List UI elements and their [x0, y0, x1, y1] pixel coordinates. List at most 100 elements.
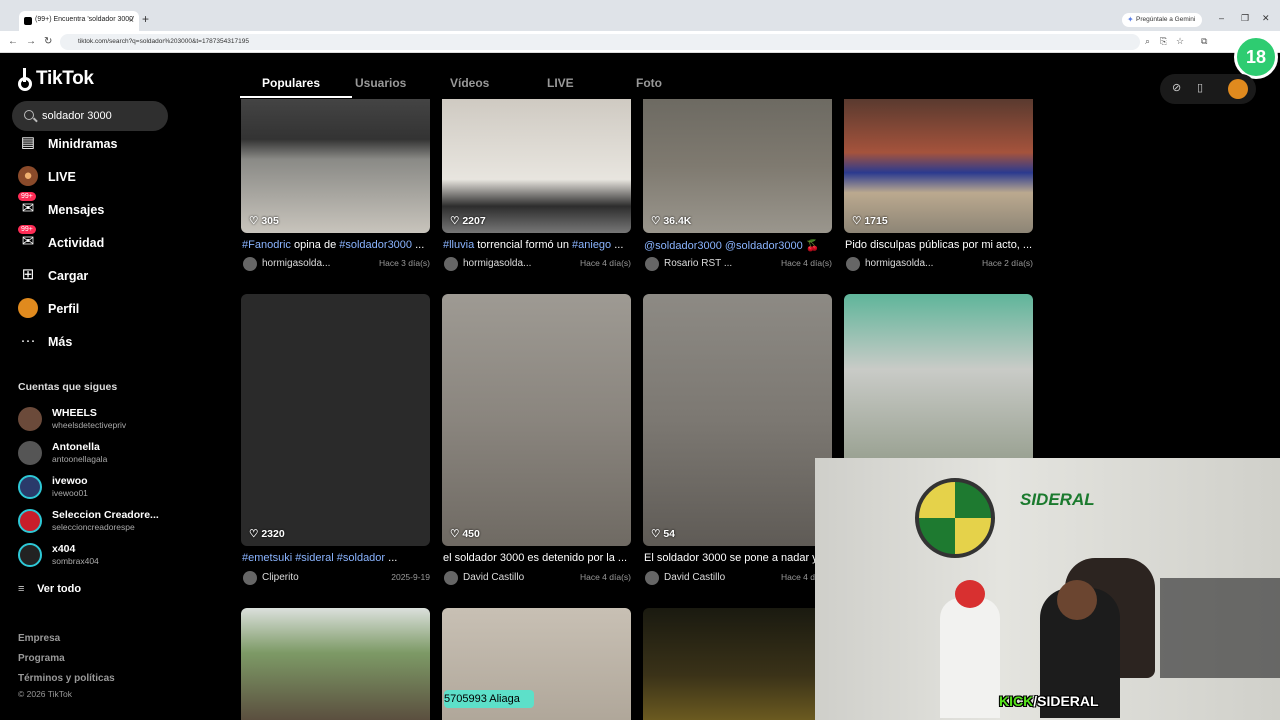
following-item[interactable]: x404 sombrax404 — [16, 541, 191, 573]
search-tabs: Populares Usuarios Vídeos LIVE Foto — [240, 53, 1040, 99]
avatar[interactable] — [444, 257, 458, 271]
avatar[interactable] — [645, 571, 659, 585]
caption-text: 🍒 — [802, 240, 820, 252]
sidebar-item-mas[interactable]: ··· Más — [0, 326, 190, 358]
install-icon[interactable]: ⎘ — [1160, 36, 1167, 47]
footer-link-empresa[interactable]: Empresa — [18, 633, 60, 644]
search-input[interactable]: soldador 3000 — [12, 101, 168, 131]
video-caption[interactable]: #Fanodric opina de #soldador3000 ... — [242, 239, 431, 251]
hashtag[interactable]: #Fanodric — [242, 239, 291, 251]
sidebar-item-label: Actividad — [48, 236, 105, 250]
phone-icon[interactable]: ▯ — [1197, 81, 1203, 94]
video-author[interactable]: hormigasolda... — [463, 258, 531, 269]
video-caption[interactable]: El soldador 3000 se pone a nadar y ... — [644, 552, 833, 564]
video-author[interactable]: Cliperito — [262, 572, 299, 583]
following-handle: antoonellagala — [52, 454, 108, 464]
video-caption[interactable]: el soldador 3000 es detenido por la ... — [443, 552, 632, 564]
video-caption[interactable]: @soldador3000 @soldador3000 🍒 — [644, 239, 833, 252]
compass-icon[interactable]: ⊘ — [1172, 81, 1181, 94]
sidebar-item-mensajes[interactable]: ✉ 99+ Mensajes — [0, 192, 190, 226]
top-right-tools: ⊘ ▯ — [1160, 74, 1256, 104]
following-item[interactable]: Antonella antoonellagala — [16, 439, 191, 471]
streamer-webcam-overlay: SIDERAL KICK/SIDERAL — [815, 458, 1280, 720]
video-author[interactable]: David Castillo — [463, 572, 524, 583]
maximize-button[interactable]: ❐ — [1241, 13, 1249, 24]
avatar[interactable] — [846, 257, 860, 271]
footer-link-terms[interactable]: Términos y políticas — [18, 673, 115, 684]
footer-link-programa[interactable]: Programa — [18, 653, 65, 664]
caption-text: ... — [611, 239, 624, 251]
hashtag[interactable]: #emetsuki #sideral #soldador — [242, 552, 385, 564]
user-avatar[interactable] — [1228, 79, 1248, 99]
video-card[interactable] — [643, 608, 832, 720]
close-tab-icon[interactable]: × — [129, 15, 134, 25]
hashtag[interactable]: @soldador3000 @soldador3000 — [644, 240, 803, 252]
sidebar-item-label: Mensajes — [48, 203, 105, 217]
hashtag[interactable]: #lluvia — [443, 239, 474, 251]
sidebar-item-live[interactable]: ● LIVE — [0, 161, 190, 193]
sidebar-item-label: Más — [48, 335, 73, 349]
video-card[interactable]: 1715 — [844, 99, 1033, 233]
tiktok-logo[interactable]: TikTok — [18, 68, 94, 91]
back-arrow-icon[interactable]: ← — [8, 36, 18, 47]
video-date: Hace 4 día(s) — [579, 258, 631, 268]
following-item[interactable]: WHEELS wheelsdetectivepriv — [16, 405, 191, 437]
gemini-button[interactable]: ✦ Pregúntale a Gemini — [1122, 13, 1202, 27]
following-item[interactable]: ivewoo ivewoo01 — [16, 473, 191, 505]
tab-videos[interactable]: Vídeos — [450, 76, 489, 90]
like-count: 2207 — [450, 215, 485, 227]
hashtag[interactable]: #aniego — [572, 239, 611, 251]
see-all-link[interactable]: ≡ Ver todo — [18, 583, 81, 595]
new-tab-button[interactable]: + — [142, 12, 149, 26]
following-name: Seleccion Creadore... — [52, 509, 159, 521]
tab-foto[interactable]: Foto — [636, 76, 662, 90]
sidebar-item-cargar[interactable]: ⊞ Cargar — [0, 260, 190, 292]
bookmark-star-icon[interactable]: ☆ — [1176, 36, 1184, 47]
caption-text: Pido disculpas públicas por mi acto, ... — [845, 239, 1033, 251]
age-18-badge: 18 — [1234, 35, 1278, 79]
video-author[interactable]: Rosario RST ... — [664, 258, 732, 269]
sidebar-item-perfil[interactable]: ● Perfil — [0, 293, 190, 325]
browser-tab[interactable]: (99+) Encuentra 'soldador 3000' × — [19, 11, 139, 31]
address-bar-row: ← → ↻ tiktok.com/search?q=soldador%20300… — [0, 31, 1280, 53]
video-caption[interactable]: Pido disculpas públicas por mi acto, ... — [845, 239, 1034, 251]
tab-live[interactable]: LIVE — [547, 76, 574, 90]
hashtag[interactable]: #soldador3000 — [339, 239, 412, 251]
video-author[interactable]: hormigasolda... — [262, 258, 330, 269]
video-card[interactable]: 2207 — [442, 99, 631, 233]
extensions-icon[interactable]: ⧉ — [1201, 36, 1207, 47]
avatar[interactable] — [645, 257, 659, 271]
video-card[interactable]: 54 — [643, 294, 832, 546]
video-author[interactable]: hormigasolda... — [865, 258, 933, 269]
see-all-label: Ver todo — [37, 583, 82, 595]
video-meta: hormigasolda... Hace 4 día(s) — [443, 257, 632, 272]
video-card[interactable]: 2320 — [241, 294, 430, 546]
video-card[interactable]: 450 — [442, 294, 631, 546]
avatar[interactable] — [243, 257, 257, 271]
following-item[interactable]: Seleccion Creadore... seleccioncreadores… — [16, 507, 191, 539]
video-author[interactable]: David Castillo — [664, 572, 725, 583]
video-card[interactable]: 36.4K — [643, 99, 832, 233]
window-close-button[interactable]: ✕ — [1262, 13, 1270, 24]
minimize-button[interactable]: – — [1219, 13, 1224, 23]
video-date: Hace 2 día(s) — [981, 258, 1033, 268]
following-handle: seleccioncreadorespe — [52, 522, 135, 532]
avatar — [18, 509, 42, 533]
video-card[interactable]: 305 — [241, 99, 430, 233]
sidebar: TikTok soldador 3000 ▤ Minidramas ● LIVE… — [0, 53, 190, 720]
forward-arrow-icon[interactable]: → — [26, 36, 36, 47]
sidebar-item-actividad[interactable]: ✉ 99+ Actividad — [0, 225, 190, 259]
url-field[interactable]: tiktok.com/search?q=soldador%203000&t=17… — [60, 34, 1140, 50]
sidebar-item-minidramas[interactable]: ▤ Minidramas — [0, 128, 190, 160]
avatar[interactable] — [444, 571, 458, 585]
tab-populares[interactable]: Populares — [262, 76, 320, 90]
sidebar-item-label: Perfil — [48, 302, 80, 316]
zoom-icon[interactable]: ⌕ — [1145, 36, 1150, 47]
video-caption[interactable]: #lluvia torrencial formó un #aniego ... — [443, 239, 632, 251]
tab-usuarios[interactable]: Usuarios — [355, 76, 406, 90]
reload-icon[interactable]: ↻ — [44, 36, 52, 47]
video-caption[interactable]: #emetsuki #sideral #soldador ... — [242, 552, 431, 564]
list-icon: ≡ — [18, 583, 25, 595]
video-card[interactable] — [241, 608, 430, 720]
avatar[interactable] — [243, 571, 257, 585]
